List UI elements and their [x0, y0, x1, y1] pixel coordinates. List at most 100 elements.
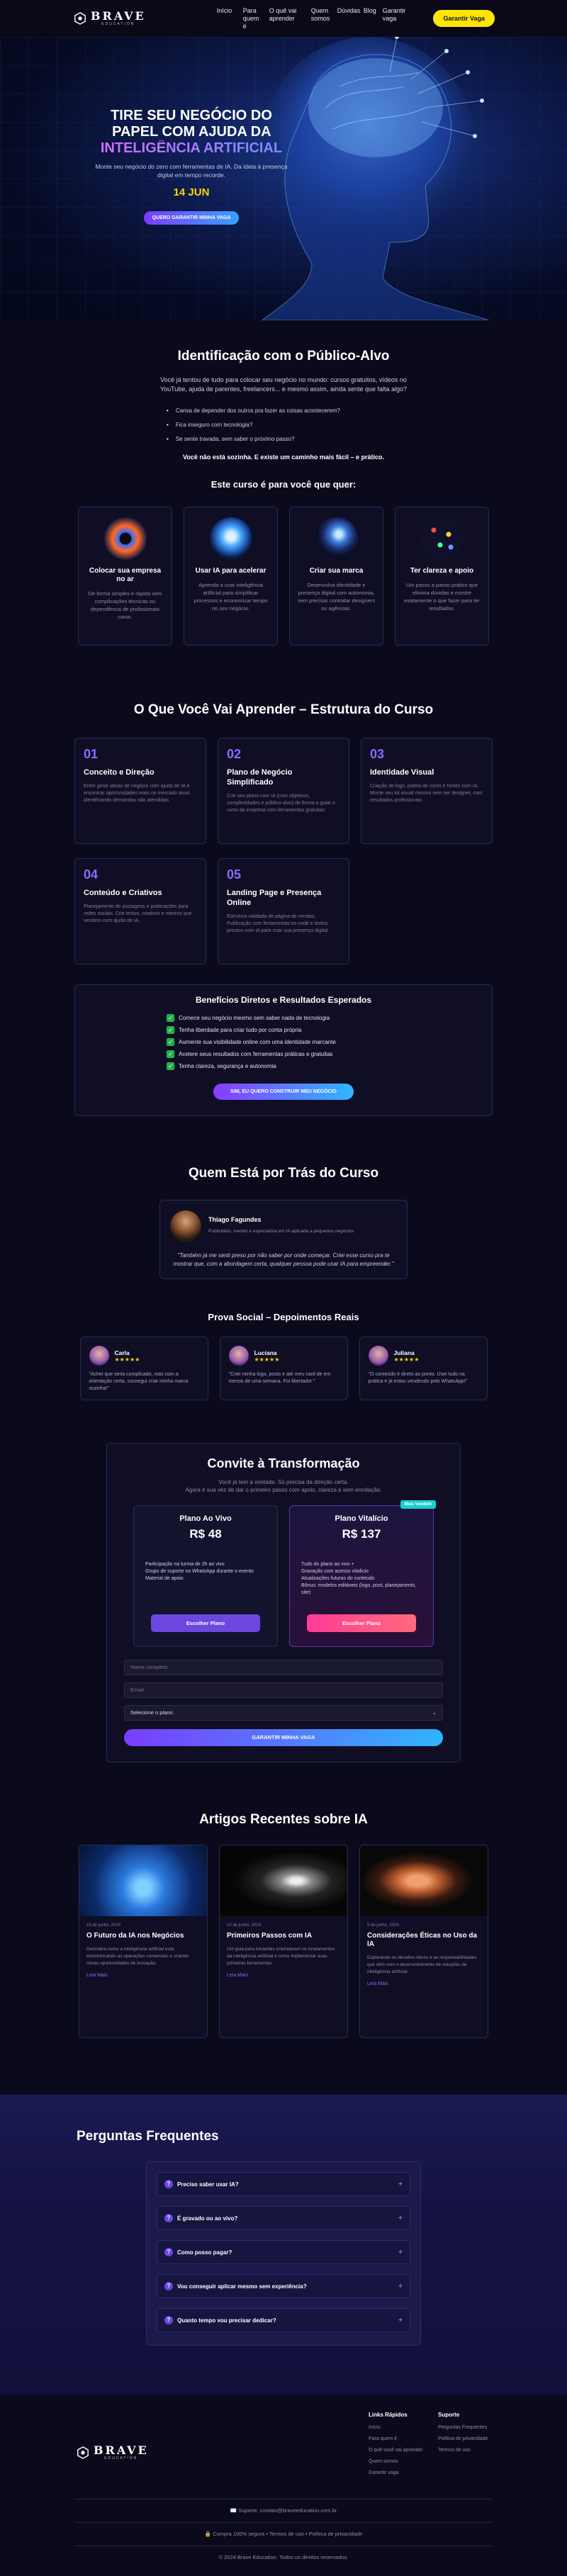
mentor-quote: "Também já me senti preso por não saber …	[173, 1252, 394, 1267]
goal-cards: Colocar sua empresa no ar De forma simple…	[0, 507, 567, 646]
testimonial-card: Juliana ★★★★★ "O conteúdo é direto ao pont…	[359, 1337, 488, 1400]
curso-section: O Que Você Vai Aprender – Estrutura do C…	[0, 660, 567, 1116]
list-item: Tenha clareza, segurança e autonomia	[167, 1060, 400, 1072]
pain-list: Cansa de depender dos outros pra fazer a…	[167, 404, 400, 446]
testimonials: Carla ★★★★★ "Achei que seria complicado, m…	[0, 1337, 567, 1400]
robot-image	[315, 517, 358, 560]
hero-title: TIRE SEU NEGÓCIO DO PAPEL COM AJUDA DA I…	[100, 108, 283, 156]
chevron-down-icon: ⌄	[432, 1709, 437, 1716]
section-title: Prova Social – Depoimentos Reais	[208, 1312, 359, 1322]
hero-text: TIRE SEU NEGÓCIO DO PAPEL COM AJUDA DA I…	[92, 108, 291, 225]
footer-link[interactable]: Quem somos	[369, 2456, 423, 2468]
legal-links[interactable]: 🔒 Compra 100% segura • Termos de uso • P…	[0, 2527, 567, 2541]
plus-icon: +	[398, 2316, 403, 2324]
hero-cta-button[interactable]: QUERO GARANTIR MINHA VAGA	[143, 211, 240, 225]
footer-link[interactable]: Para quem é	[369, 2434, 423, 2445]
nav-aprender[interactable]: O quê vai aprender	[269, 7, 306, 30]
list-item: Cansa de depender dos outros pra fazer a…	[167, 404, 400, 418]
nav-para-quem[interactable]: Para quem é	[243, 7, 264, 30]
faq-item[interactable]: ? Como posso pagar? +	[157, 2240, 410, 2264]
footer-link[interactable]: Início	[369, 2422, 423, 2434]
brand-name: BRAVE	[91, 9, 146, 23]
faq-item[interactable]: ? Vou conseguir aplicar mesmo sem experiê…	[157, 2274, 410, 2298]
read-more-link[interactable]: Leia Mais	[227, 1973, 340, 1978]
nav-garantir[interactable]: Garantir vaga	[383, 7, 406, 30]
article-card[interactable]: 10 de junho, 2024 Primeiros Passos com IA…	[219, 1845, 348, 2038]
footer-link[interactable]: Perguntas Frequentes	[438, 2422, 488, 2434]
nav-duvidas[interactable]: Dúvidas	[337, 7, 361, 30]
plan-price: R$ 48	[189, 1527, 222, 1541]
footer-link[interactable]: Garantir vaga	[369, 2468, 423, 2479]
star-rating-icon: ★★★★★	[393, 1356, 420, 1363]
question-icon: ?	[164, 2248, 173, 2256]
section-title: Quem Está por Trás do Curso	[188, 1166, 379, 1181]
benefits-list: Comece seu negócio mesmo sem saber nada …	[167, 1012, 400, 1072]
plan-price: R$ 137	[342, 1527, 381, 1541]
choose-plan-button[interactable]: Escolher Plano	[151, 1614, 260, 1632]
nav-inicio[interactable]: Início	[217, 7, 238, 30]
artigos-section: Artigos Recentes sobre IA 15 de junho, 2…	[0, 1762, 567, 2038]
nav-quem-somos[interactable]: Quem somos	[311, 7, 332, 30]
hexagon-logo-icon	[74, 12, 86, 25]
footer-support: Suporte Perguntas Frequentes Política de…	[438, 2409, 488, 2456]
section-title: Convite à Transformação	[207, 1456, 360, 1470]
submit-button[interactable]: GARANTIR MINHA VAGA	[124, 1729, 443, 1746]
benefits-cta-button[interactable]: SIM, EU QUERO CONSTRUIR MEU NEGÓCIO	[213, 1084, 354, 1100]
section-title: Artigos Recentes sobre IA	[199, 1812, 368, 1827]
module-card: 03 Identidade Visual Criação de logo, pale…	[361, 738, 493, 844]
mentor-role: Publicitário, mentor e especialista em I…	[208, 1229, 354, 1234]
subtitle: Este curso é para você que quer:	[210, 479, 357, 490]
hero: TIRE SEU NEGÓCIO DO PAPEL COM AJUDA DA I…	[0, 37, 567, 320]
list-item: Tenha liberdade para criar tudo por cont…	[167, 1024, 400, 1036]
modules-grid: 01 Conceito e Direção Entre gerar ideias d…	[74, 738, 493, 964]
article-card[interactable]: 5 de junho, 2024 Considerações Éticas no …	[359, 1845, 488, 2038]
plus-icon: +	[398, 2248, 403, 2256]
footer-link[interactable]: Política de privacidade	[438, 2434, 488, 2445]
section-lead: Você já tem a vontade. Só precisa da dir…	[185, 1479, 382, 1493]
brand-logo[interactable]: BRAVE EDUCATION	[74, 11, 146, 26]
plan-card-vitalicio: Mais Vendido Plano Vitalício R$ 137 Tudo …	[289, 1500, 436, 1647]
testimonial-card: Luciana ★★★★★ "Criei minha logo, posts e a…	[219, 1337, 348, 1400]
plans: Plano Ao Vivo R$ 48 Participação na turma…	[124, 1500, 443, 1647]
convite-section: Convite à Transformação Você já tem a vo…	[106, 1443, 461, 1762]
footer-link[interactable]: O quê você vai aprender	[369, 2445, 423, 2456]
prova-section: Prova Social – Depoimentos Reais Carla ★★…	[0, 1312, 567, 1400]
faq-section: Perguntas Frequentes ? Preciso saber usar…	[0, 2095, 567, 2395]
module-card: 02 Plano de Negócio Simplificado Crie seu …	[218, 738, 349, 844]
nav-blog[interactable]: Blog	[364, 7, 378, 30]
network-image	[420, 517, 464, 560]
footer-logo[interactable]: BRAVE EDUCATION	[77, 2445, 149, 2460]
list-item: Se sente travada, sem saber o próximo pa…	[167, 432, 400, 446]
faq-item[interactable]: ? É gravado ou ao vivo? +	[157, 2206, 410, 2230]
read-more-link[interactable]: Leia Mais	[367, 1981, 481, 1986]
list-item: Fica inseguro com tecnologia?	[167, 418, 400, 432]
email-field[interactable]: Email	[124, 1682, 443, 1698]
read-more-link[interactable]: Leia Mais	[86, 1973, 200, 1978]
faq-item[interactable]: ? Preciso saber usar IA? +	[157, 2172, 410, 2196]
article-image	[220, 1845, 347, 1916]
list-item: Comece seu negócio mesmo sem saber nada …	[167, 1012, 400, 1024]
footer-link[interactable]: Termos de uso	[438, 2445, 488, 2456]
support-email[interactable]: ✉️ Suporte: contato@braveeducation.com.b…	[0, 2504, 567, 2518]
plus-icon: +	[398, 2180, 403, 2188]
benefits-box: Benefícios Diretos e Resultados Esperado…	[74, 984, 493, 1116]
plan-select[interactable]: Selecione o plano ⌄	[124, 1705, 443, 1721]
footer-bottom: ✉️ Suporte: contato@braveeducation.com.b…	[0, 2495, 567, 2565]
list-item: Acelere seus resultados com ferramentas …	[167, 1048, 400, 1060]
star-rating-icon: ★★★★★	[114, 1356, 140, 1363]
module-card: 01 Conceito e Direção Entre gerar ideias d…	[74, 738, 206, 844]
main-nav: Início Para quem é O quê vai aprender Qu…	[217, 7, 409, 30]
question-icon: ?	[164, 2316, 173, 2324]
question-icon: ?	[164, 2282, 173, 2290]
choose-plan-button[interactable]: Escolher Plano	[307, 1614, 416, 1632]
testimonial-card: Carla ★★★★★ "Achei que seria complicado, m…	[79, 1337, 208, 1400]
header-cta-button[interactable]: Garantir Vaga	[433, 10, 495, 27]
faq-item[interactable]: ? Quanto tempo vou precisar dedicar? +	[157, 2308, 410, 2332]
goal-card: Usar IA para acelerar Aprenda a usar inte…	[184, 507, 278, 646]
name-field[interactable]: Nome completo	[124, 1660, 443, 1675]
avatar	[368, 1346, 388, 1366]
footer: BRAVE EDUCATION Links Rápidos Início Para…	[0, 2395, 567, 2576]
goal-card: Ter clareza e apoio Um passo a passo prát…	[395, 507, 489, 646]
question-icon: ?	[164, 2214, 173, 2222]
article-card[interactable]: 15 de junho, 2024 O Futuro da IA nos Negó…	[79, 1845, 208, 2038]
